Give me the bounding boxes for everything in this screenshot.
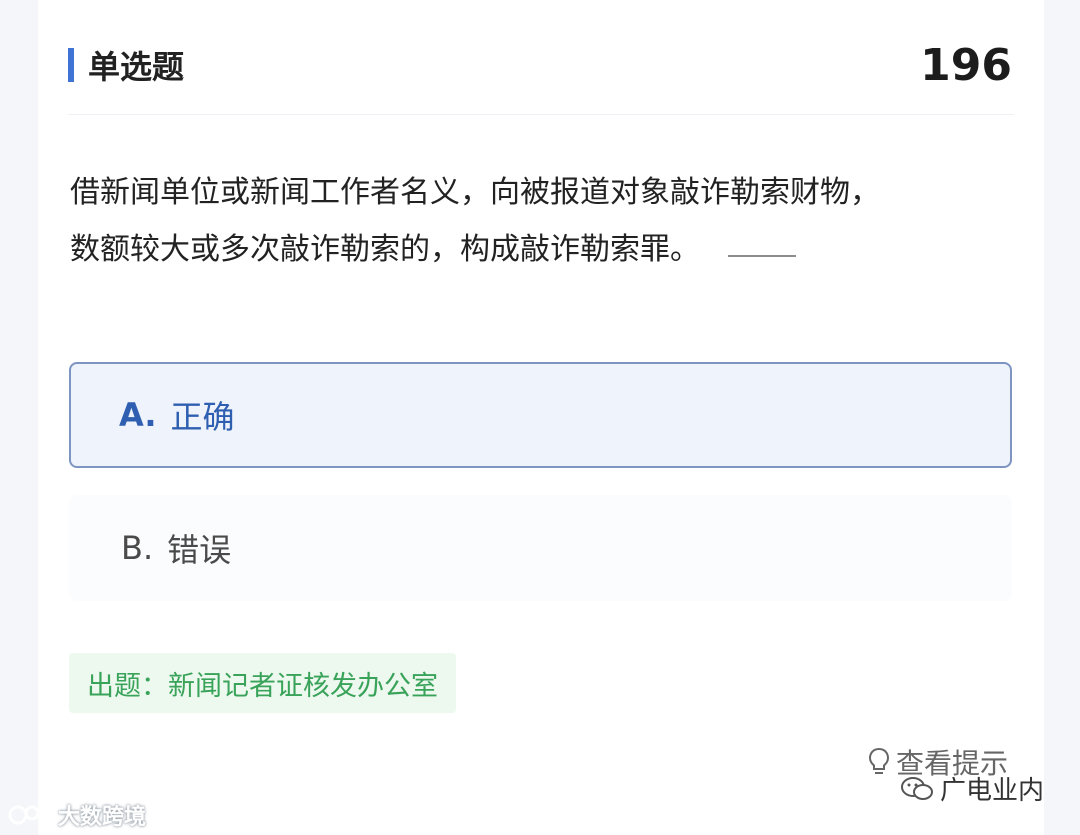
option-a-button[interactable]: A. 正确 — [69, 362, 1012, 468]
answer-blank — [728, 255, 796, 257]
lightbulb-icon — [868, 747, 890, 774]
title-accent-bar — [68, 48, 74, 82]
source-badge: 出题：新闻记者证核发办公室 — [69, 653, 456, 713]
question-type-label: 单选题 — [88, 48, 185, 86]
section-title: 单选题 — [68, 42, 184, 88]
option-b-button[interactable]: B. 错误 — [69, 495, 1012, 601]
wechat-icon — [901, 776, 933, 800]
question-number: 196 — [920, 39, 1012, 91]
question-header: 单选题 196 — [68, 30, 1014, 100]
question-line-1: 借新闻单位或新闻工作者名义，向被报道对象敲诈勒索财物， — [70, 175, 880, 210]
watermark-right-text: 广电业内 — [940, 776, 1045, 806]
question-text: 借新闻单位或新闻工作者名义，向被报道对象敲诈勒索财物， 数额较大或多次敲诈勒索的… — [70, 164, 1015, 278]
question-line-2-text: 数额较大或多次敲诈勒索的，构成敲诈勒索罪。 — [70, 232, 700, 267]
watermark-logo-icon — [8, 805, 50, 825]
option-a-label: 正确 — [170, 398, 235, 436]
watermark-left: 大数跨境 — [6, 799, 146, 831]
option-a-letter: A. — [119, 396, 157, 434]
option-b-letter: B. — [121, 529, 154, 567]
watermark-left-text: 大数跨境 — [58, 805, 147, 830]
option-b-label: 错误 — [167, 531, 232, 569]
question-line-2: 数额较大或多次敲诈勒索的，构成敲诈勒索罪。 — [70, 221, 1015, 278]
watermark-right: 广电业内 — [900, 770, 1044, 807]
header-divider — [68, 114, 1014, 115]
